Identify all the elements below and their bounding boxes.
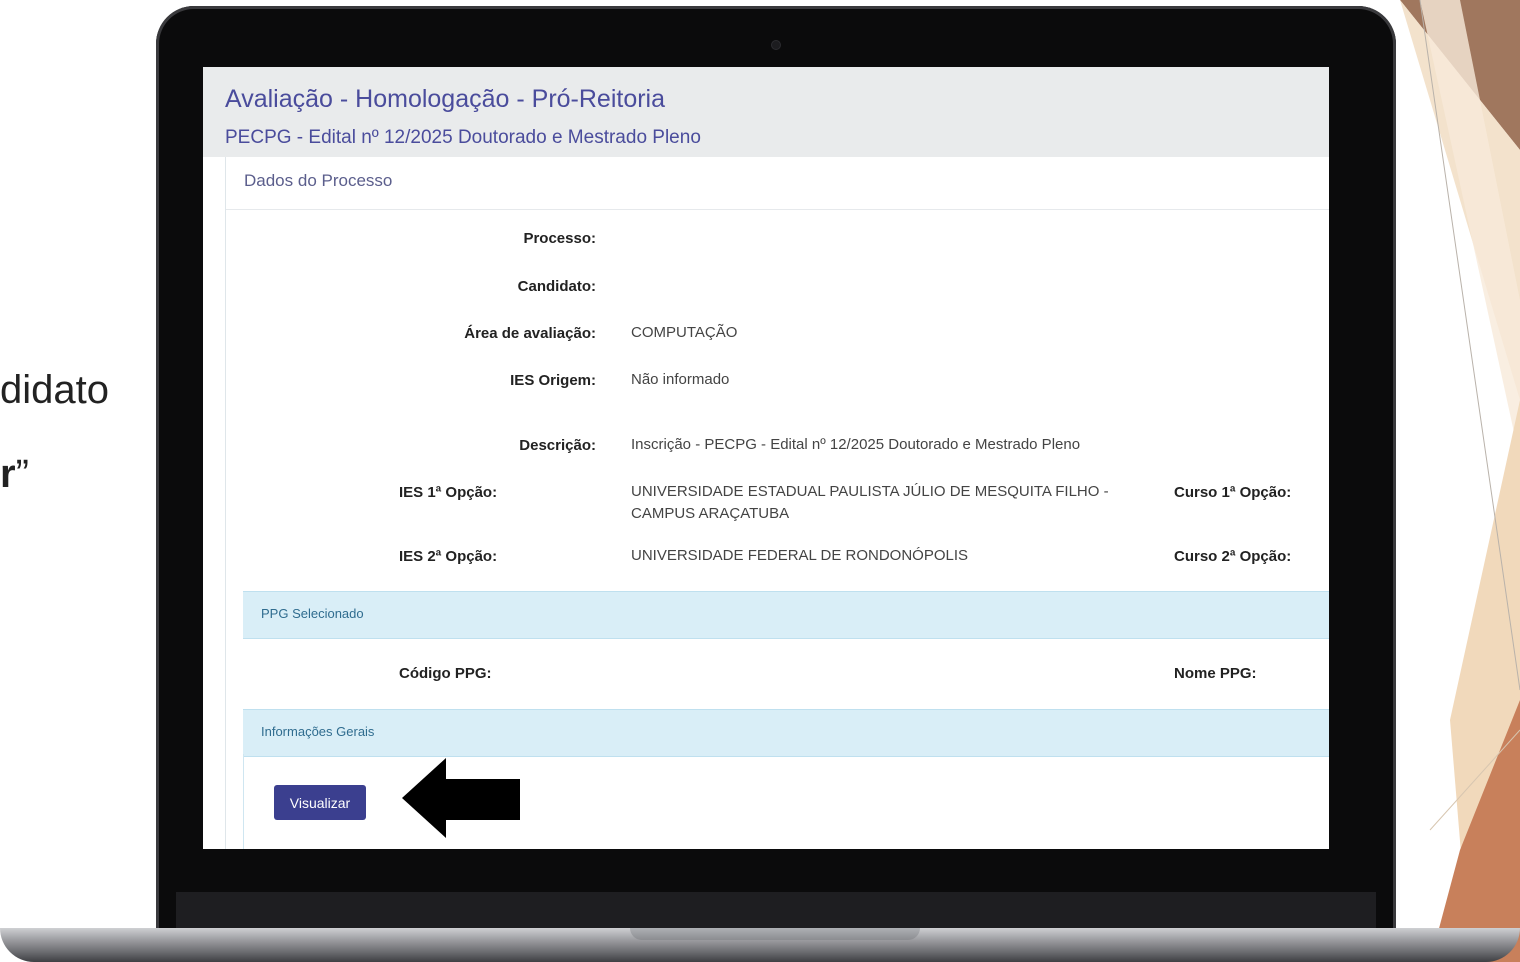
ies-origem-value: Não informado [631, 371, 730, 388]
descricao-label: Descrição: [519, 437, 596, 454]
arrow-left-icon [402, 758, 520, 838]
page-title: Avaliação - Homologação - Pró-Reitoria [225, 85, 666, 113]
curso2-label: Curso 2ª Opção: [1174, 548, 1292, 565]
curso1-label: Curso 1ª Opção: [1174, 484, 1292, 501]
visualizar-button[interactable]: Visualizar [274, 785, 366, 820]
ppg-section-bar: PPG Selecionado [243, 591, 1329, 639]
laptop-notch [630, 928, 920, 940]
page-header: Avaliação - Homologação - Pró-Reitoria P… [203, 67, 1329, 157]
slide-text-line-2: r” [0, 452, 29, 497]
ies2-value: UNIVERSIDADE FEDERAL DE RONDONÓPOLIS [631, 547, 969, 564]
ies1-label: IES 1ª Opção: [399, 484, 498, 501]
slide-text-bold: r [0, 452, 16, 496]
panel-heading: Dados do Processo [244, 171, 393, 190]
ies1-value: UNIVERSIDADE ESTADUAL PAULISTA JÚLIO DE … [631, 481, 1109, 525]
info-section-title: Informações Gerais [261, 724, 375, 739]
codigo-ppg-label: Código PPG: [399, 665, 492, 682]
ppg-section-title: PPG Selecionado [261, 606, 364, 621]
slide-text-line-1: didato [0, 368, 109, 412]
panel-divider [226, 209, 1329, 210]
processo-label: Processo: [523, 230, 596, 247]
slide-text-quote: ” [15, 452, 29, 496]
nome-ppg-label: Nome PPG: [1174, 665, 1257, 682]
candidato-label: Candidato: [517, 278, 596, 295]
laptop-screen: Avaliação - Homologação - Pró-Reitoria P… [203, 67, 1329, 849]
area-value: COMPUTAÇÃO [631, 324, 738, 341]
ies-origem-label: IES Origem: [510, 372, 596, 389]
laptop-bezel [176, 892, 1376, 928]
ies1-value-line-2: CAMPUS ARAÇATUBA [631, 505, 790, 522]
ies2-label: IES 2ª Opção: [399, 548, 498, 565]
area-label: Área de avaliação: [464, 325, 596, 342]
descricao-value: Inscrição - PECPG - Edital nº 12/2025 Do… [631, 436, 1081, 453]
ies1-value-line-1: UNIVERSIDADE ESTADUAL PAULISTA JÚLIO DE … [631, 483, 1109, 500]
info-section-bar: Informações Gerais [243, 709, 1329, 757]
webcam-icon [771, 40, 781, 50]
page-subtitle: PECPG - Edital nº 12/2025 Doutorado e Me… [225, 127, 701, 148]
